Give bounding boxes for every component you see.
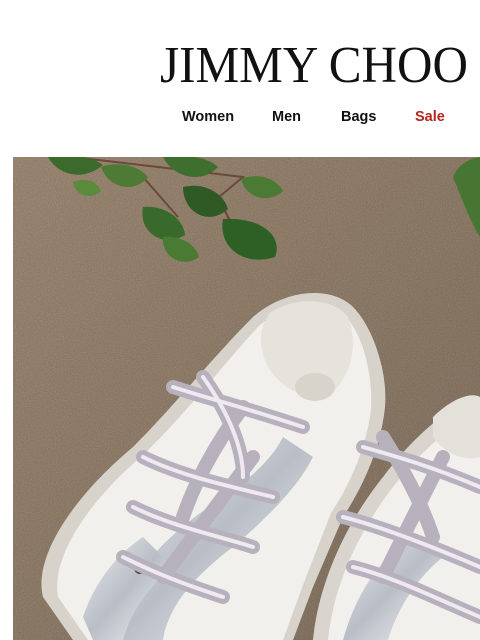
brand-logo[interactable]: JIMMY CHOO bbox=[158, 36, 470, 92]
jimmy-choo-wordmark: JIMMY CHOO bbox=[160, 37, 468, 92]
brand-name: JIMMY CHOO bbox=[160, 37, 468, 92]
nav-bags[interactable]: Bags bbox=[341, 108, 376, 126]
nav-women[interactable]: Women bbox=[182, 108, 234, 126]
hero-image[interactable] bbox=[13, 157, 480, 640]
main-nav: Women Men Bags Sale bbox=[0, 108, 480, 128]
nav-sale[interactable]: Sale bbox=[415, 108, 445, 126]
nav-men[interactable]: Men bbox=[272, 108, 301, 126]
hero-sneakers-illustration bbox=[13, 157, 480, 640]
